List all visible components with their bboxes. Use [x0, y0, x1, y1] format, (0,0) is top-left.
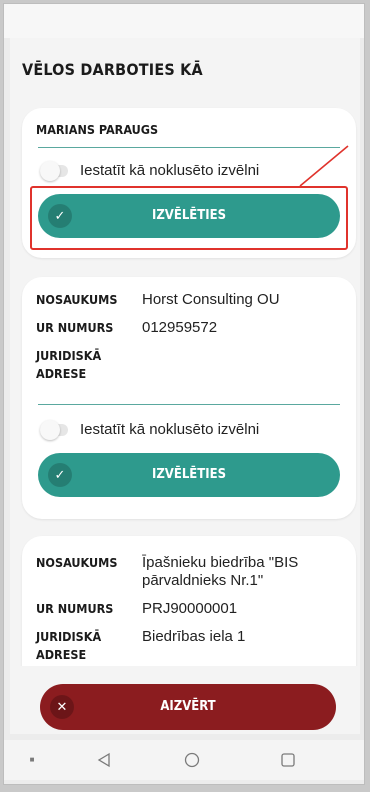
system-navbar: ■ — [4, 740, 364, 780]
close-button[interactable]: ✕ AIZVĒRT — [40, 684, 336, 730]
annotation-callout-line — [299, 145, 349, 187]
menu-dot-icon[interactable]: ■ — [12, 740, 52, 780]
close-button-label: AIZVĒRT — [160, 699, 216, 714]
home-icon[interactable] — [172, 740, 212, 780]
back-icon[interactable] — [84, 740, 124, 780]
recents-icon[interactable] — [268, 740, 308, 780]
